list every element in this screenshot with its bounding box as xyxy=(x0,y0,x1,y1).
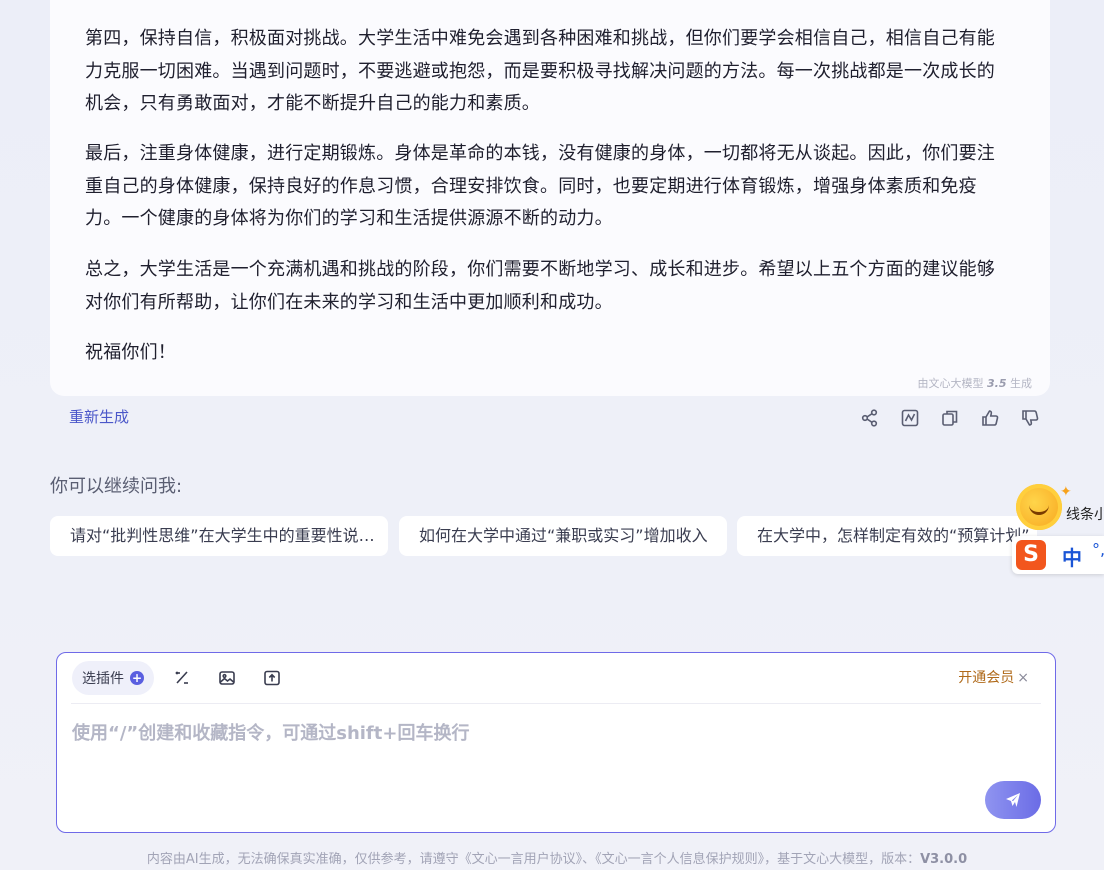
thumbs-up-icon[interactable] xyxy=(970,405,1010,431)
select-plugin-button[interactable]: 选插件 + xyxy=(72,661,154,695)
footer-disclaimer: 内容由AI生成，无法确保真实准确，仅供参考，请遵守《文心一言用户协议》、《文心一… xyxy=(146,852,968,867)
suggestion-chip[interactable]: 在大学中，怎样制定有效的“预算计划” xyxy=(737,516,1037,556)
plus-icon: + xyxy=(130,671,144,685)
suggestion-chip[interactable]: 如何在大学中通过“兼职或实习”增加收入 xyxy=(399,516,727,556)
vip-promo[interactable]: 开通会员 × xyxy=(958,667,1029,687)
sparkle-icon: ✦ xyxy=(1060,484,1072,500)
copy-icon[interactable] xyxy=(930,405,970,431)
chat-composer: 选插件 + 开通会员 × 使用“/”创建和收藏指令，可通过shift+回车换行 xyxy=(56,652,1056,833)
ime-toolbar[interactable]: S 中 °, xyxy=(1012,536,1104,574)
command-icon[interactable] xyxy=(170,666,194,690)
answer-paragraph: 总之，大学生活是一个充满机遇和挑战的阶段，你们需要不断地学习、成长和进步。希望以… xyxy=(85,259,995,313)
upload-file-icon[interactable] xyxy=(260,666,284,690)
suggestion-chip[interactable]: 请对“批判性思维”在大学生中的重要性说… xyxy=(50,516,388,556)
sogou-logo-icon: S xyxy=(1016,540,1046,570)
answer-actions xyxy=(850,405,1050,431)
model-attribution: 由文心大模型 3.5 生成 xyxy=(917,377,1033,390)
share-icon[interactable] xyxy=(850,405,890,431)
answer-paragraph: 祝福你们！ xyxy=(85,342,176,363)
chat-input[interactable]: 使用“/”创建和收藏指令，可通过shift+回车换行 xyxy=(72,719,469,745)
plugin-label: 选插件 xyxy=(82,671,124,687)
ime-widget[interactable]: ✦ 线条小 S 中 °, xyxy=(1006,484,1104,576)
vip-label[interactable]: 开通会员 xyxy=(958,670,1014,686)
sun-mascot-icon xyxy=(1016,484,1062,530)
thumbs-down-icon[interactable] xyxy=(1010,405,1050,431)
close-icon[interactable]: × xyxy=(1017,670,1029,686)
send-button[interactable] xyxy=(985,781,1041,819)
image-icon[interactable] xyxy=(215,666,239,690)
answer-paragraph: 最后，注重身体健康，进行定期锻炼。身体是革命的本钱，没有健康的身体，一切都将无从… xyxy=(85,143,995,229)
chart-icon[interactable] xyxy=(890,405,930,431)
answer-paragraph: 第四，保持自信，积极面对挑战。大学生活中难免会遇到各种困难和挑战，但你们要学会相… xyxy=(85,28,995,114)
answer-card: 第四，保持自信，积极面对挑战。大学生活中难免会遇到各种困难和挑战，但你们要学会相… xyxy=(50,0,1050,396)
suggestions-title: 你可以继续问我: xyxy=(50,476,183,497)
ime-mode-toggle[interactable]: 中 xyxy=(1062,542,1082,571)
ime-bubble-text: 线条小 xyxy=(1066,507,1104,523)
regenerate-button[interactable]: 重新生成 xyxy=(69,406,129,427)
divider xyxy=(71,703,1041,704)
ime-punct-toggle[interactable]: °, xyxy=(1092,540,1104,559)
send-icon xyxy=(1006,793,1020,807)
